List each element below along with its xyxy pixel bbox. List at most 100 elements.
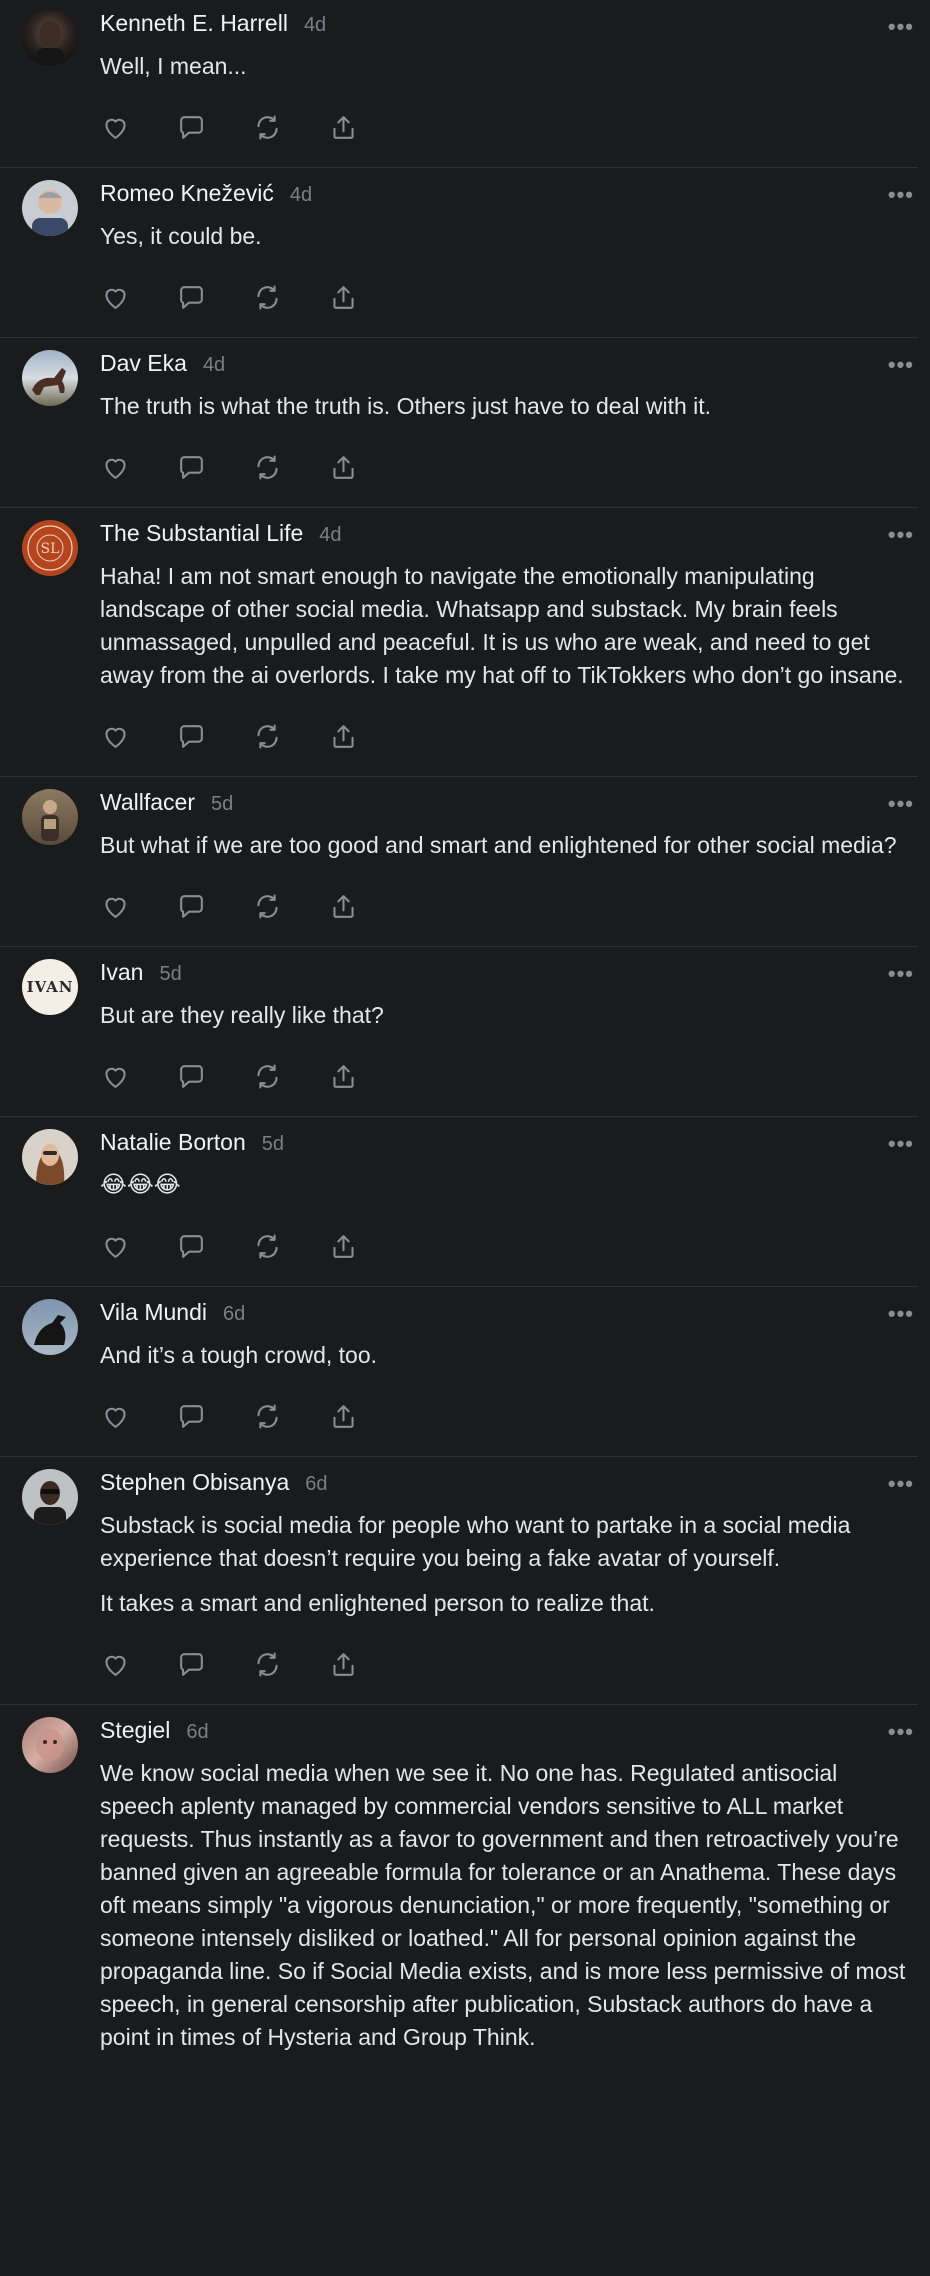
avatar[interactable]: SL [22, 520, 78, 576]
more-icon[interactable]: ••• [888, 1131, 914, 1157]
avatar[interactable] [22, 1299, 78, 1355]
restack-icon[interactable] [252, 112, 283, 143]
heart-icon[interactable] [100, 1401, 131, 1432]
author-name[interactable]: Vila Mundi [100, 1299, 207, 1326]
avatar[interactable] [22, 1129, 78, 1185]
avatar[interactable] [22, 180, 78, 236]
comment-paragraph: 😂😂😂 [100, 1172, 181, 1198]
comment-paragraph: We know social media when we see it. No … [100, 1760, 906, 2050]
author-name[interactable]: Wallfacer [100, 789, 195, 816]
avatar[interactable] [22, 350, 78, 406]
comment-icon[interactable] [176, 891, 207, 922]
more-icon[interactable]: ••• [888, 1471, 914, 1497]
comment-icon[interactable] [176, 1401, 207, 1432]
heart-icon[interactable] [100, 282, 131, 313]
author-name[interactable]: Stephen Obisanya [100, 1469, 289, 1496]
author-name[interactable]: Kenneth E. Harrell [100, 10, 288, 37]
svg-text:SL: SL [41, 541, 60, 557]
heart-icon[interactable] [100, 891, 131, 922]
avatar[interactable] [22, 10, 78, 66]
more-icon[interactable]: ••• [888, 352, 914, 378]
comment-text: Yes, it could be. [100, 220, 906, 253]
comment-icon[interactable] [176, 1231, 207, 1262]
author-name[interactable]: Dav Eka [100, 350, 187, 377]
comment: Natalie Borton 5d 😂😂😂 ••• [0, 1117, 918, 1287]
comment-icon[interactable] [176, 1061, 207, 1092]
restack-icon[interactable] [252, 891, 283, 922]
restack-icon[interactable] [252, 1061, 283, 1092]
author-name[interactable]: Natalie Borton [100, 1129, 246, 1156]
author-name[interactable]: The Substantial Life [100, 520, 303, 547]
more-icon[interactable]: ••• [888, 14, 914, 40]
comment-paragraph: Well, I mean... [100, 53, 247, 79]
share-icon[interactable] [328, 112, 359, 143]
author-name[interactable]: Stegiel [100, 1717, 170, 1744]
restack-icon[interactable] [252, 1401, 283, 1432]
share-icon[interactable] [328, 1231, 359, 1262]
avatar[interactable] [22, 1469, 78, 1525]
more-icon[interactable]: ••• [888, 522, 914, 548]
share-icon[interactable] [328, 891, 359, 922]
comment-icon[interactable] [176, 282, 207, 313]
comment-text: The truth is what the truth is. Others j… [100, 390, 906, 423]
share-icon[interactable] [328, 1061, 359, 1092]
comment-actions [100, 1230, 906, 1262]
comment-time[interactable]: 6d [305, 1473, 327, 1496]
avatar-text: IVAN [26, 978, 74, 996]
heart-icon[interactable] [100, 112, 131, 143]
comment-paragraph: Haha! I am not smart enough to navigate … [100, 563, 904, 688]
comment-time[interactable]: 4d [319, 524, 341, 547]
heart-icon[interactable] [100, 1061, 131, 1092]
comment-time[interactable]: 6d [186, 1721, 208, 1744]
comment-paragraph: It takes a smart and enlightened person … [100, 1590, 655, 1616]
restack-icon[interactable] [252, 721, 283, 752]
comment: IVAN Ivan 5d But are they really like th… [0, 947, 918, 1117]
heart-icon[interactable] [100, 721, 131, 752]
restack-icon[interactable] [252, 452, 283, 483]
comment-paragraph: But what if we are too good and smart an… [100, 832, 897, 858]
more-icon[interactable]: ••• [888, 182, 914, 208]
avatar[interactable] [22, 1717, 78, 1773]
restack-icon[interactable] [252, 1231, 283, 1262]
comment-time[interactable]: 5d [159, 963, 181, 986]
comment-text: And it’s a tough crowd, too. [100, 1339, 906, 1372]
comment-icon[interactable] [176, 112, 207, 143]
comment-icon[interactable] [176, 1649, 207, 1680]
comment: Dav Eka 4d The truth is what the truth i… [0, 338, 918, 508]
comment-time[interactable]: 6d [223, 1303, 245, 1326]
more-icon[interactable]: ••• [888, 791, 914, 817]
comment-paragraph: And it’s a tough crowd, too. [100, 1342, 378, 1368]
comment-text: Substack is social media for people who … [100, 1509, 906, 1620]
more-icon[interactable]: ••• [888, 961, 914, 987]
comment: SL The Substantial Life 4d Haha! I am no… [0, 508, 918, 777]
comment-text: Well, I mean... [100, 50, 906, 83]
comment-time[interactable]: 4d [290, 184, 312, 207]
comment-time[interactable]: 5d [211, 793, 233, 816]
comment-time[interactable]: 5d [262, 1133, 284, 1156]
comment-paragraph: The truth is what the truth is. Others j… [100, 393, 712, 419]
avatar[interactable]: IVAN [22, 959, 78, 1015]
comment-time[interactable]: 4d [203, 354, 225, 377]
heart-icon[interactable] [100, 1231, 131, 1262]
more-icon[interactable]: ••• [888, 1719, 914, 1745]
comment-actions [100, 890, 906, 922]
restack-icon[interactable] [252, 282, 283, 313]
share-icon[interactable] [328, 721, 359, 752]
share-icon[interactable] [328, 452, 359, 483]
author-name[interactable]: Romeo Knežević [100, 180, 274, 207]
comment-icon[interactable] [176, 452, 207, 483]
share-icon[interactable] [328, 1401, 359, 1432]
comment-actions [100, 720, 906, 752]
comment: Stegiel 6d We know social media when we … [0, 1705, 918, 2078]
heart-icon[interactable] [100, 1649, 131, 1680]
comment-icon[interactable] [176, 721, 207, 752]
share-icon[interactable] [328, 1649, 359, 1680]
more-icon[interactable]: ••• [888, 1301, 914, 1327]
heart-icon[interactable] [100, 452, 131, 483]
comment-time[interactable]: 4d [304, 14, 326, 37]
comment-text: But are they really like that? [100, 999, 906, 1032]
restack-icon[interactable] [252, 1649, 283, 1680]
share-icon[interactable] [328, 282, 359, 313]
author-name[interactable]: Ivan [100, 959, 143, 986]
avatar[interactable] [22, 789, 78, 845]
